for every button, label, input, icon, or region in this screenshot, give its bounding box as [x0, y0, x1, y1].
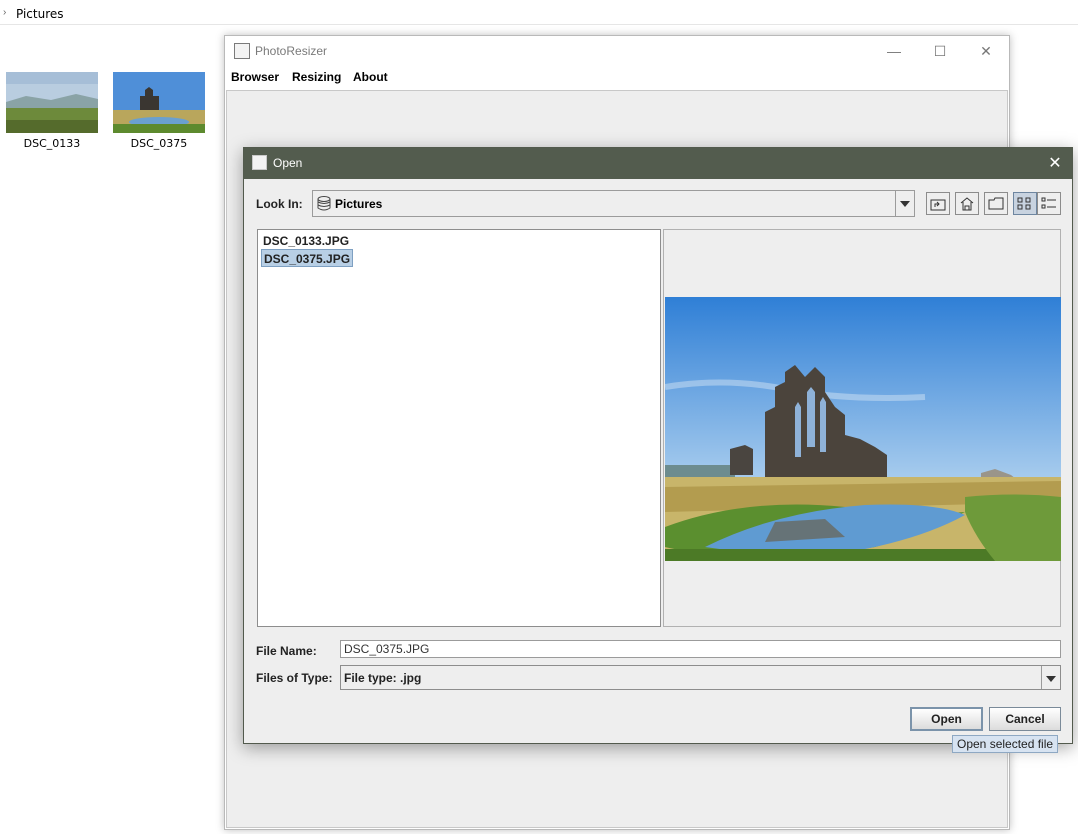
menu-resizing[interactable]: Resizing: [292, 70, 341, 84]
new-folder-icon: [988, 197, 1004, 210]
thumbnail-label: DSC_0133: [23, 137, 81, 150]
breadcrumb: › Pictures: [0, 4, 1078, 25]
file-list[interactable]: DSC_0133.JPG DSC_0375.JPG: [257, 229, 661, 627]
list-view-icon: [1017, 197, 1031, 210]
drive-icon: [317, 196, 331, 211]
chevron-down-icon[interactable]: [1041, 666, 1060, 689]
up-one-level-icon: [930, 199, 946, 211]
details-view-icon: [1041, 197, 1056, 209]
menu-browser[interactable]: Browser: [231, 70, 279, 84]
open-dialog: Open ✕ Look In: Pictures DSC_0133.JPG DS…: [243, 147, 1073, 744]
file-item-dsc-0133[interactable]: DSC_0133.JPG: [261, 232, 351, 250]
minimize-icon[interactable]: —: [882, 40, 906, 62]
breadcrumb-item[interactable]: Pictures: [16, 7, 64, 21]
cancel-button[interactable]: Cancel: [989, 707, 1061, 731]
file-name-field[interactable]: DSC_0375.JPG: [340, 640, 1061, 658]
menu-bar: Browser Resizing About: [225, 66, 1009, 89]
file-item-dsc-0375[interactable]: DSC_0375.JPG: [261, 249, 354, 267]
open-button-tooltip: Open selected file: [952, 735, 1059, 753]
java-app-icon: [252, 155, 267, 170]
chevron-down-icon[interactable]: [895, 191, 914, 216]
menu-about[interactable]: About: [353, 70, 388, 84]
close-icon[interactable]: ✕: [974, 40, 998, 62]
image-preview-pane: [663, 229, 1061, 627]
thumbnail-label: DSC_0375: [130, 137, 188, 150]
dialog-title-bar[interactable]: Open ✕: [244, 148, 1072, 179]
close-icon[interactable]: ✕: [1046, 153, 1064, 173]
thumbnail-dsc-0375[interactable]: DSC_0375: [113, 72, 205, 150]
look-in-dropdown[interactable]: Pictures: [312, 190, 915, 217]
dialog-title: Open: [273, 156, 303, 170]
details-view-button[interactable]: [1037, 192, 1061, 215]
abbey-preview-image: [665, 297, 1061, 561]
files-of-type-dropdown[interactable]: File type: .jpg: [340, 665, 1061, 690]
new-folder-button[interactable]: [984, 192, 1008, 215]
file-name-label: File Name:: [256, 644, 317, 658]
files-of-type-value: File type: .jpg: [344, 671, 422, 685]
window-title-bar[interactable]: PhotoResizer — ☐ ✕: [225, 36, 1009, 66]
up-one-level-button[interactable]: [926, 192, 950, 215]
java-app-icon: [234, 43, 250, 59]
look-in-label: Look In:: [256, 197, 303, 211]
thumbnail-dsc-0133[interactable]: DSC_0133: [6, 72, 98, 150]
chevron-right-icon[interactable]: ›: [3, 7, 6, 18]
window-title: PhotoResizer: [255, 44, 328, 58]
files-of-type-label: Files of Type:: [256, 671, 333, 685]
abbey-thumbnail-image: [113, 72, 205, 133]
landscape-thumbnail-image: [6, 72, 98, 133]
look-in-value: Pictures: [335, 197, 383, 211]
list-view-button[interactable]: [1013, 192, 1037, 215]
open-button[interactable]: Open: [910, 707, 983, 731]
maximize-icon[interactable]: ☐: [928, 40, 952, 62]
home-button[interactable]: [955, 192, 979, 215]
home-icon: [960, 197, 974, 211]
